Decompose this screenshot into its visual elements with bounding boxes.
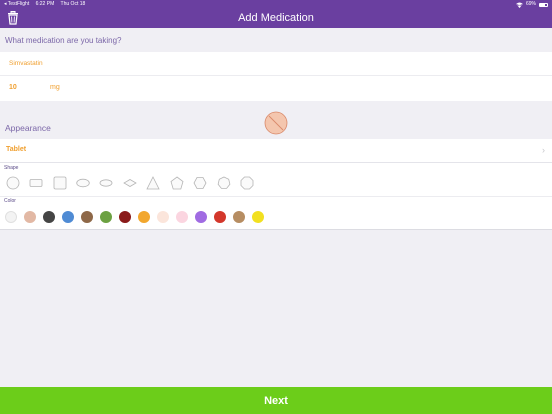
form-selector[interactable]: Tablet › <box>0 139 552 162</box>
color-swatch[interactable] <box>81 211 93 223</box>
form-value: Tablet <box>6 146 27 153</box>
chevron-right-icon: › <box>542 145 545 155</box>
shape-pentagon-icon[interactable] <box>170 176 184 190</box>
medication-question-label: What medication are you taking? <box>5 36 122 45</box>
medication-name-field[interactable]: Simvastatin <box>0 52 552 76</box>
back-to-app-link[interactable]: ◂ TestFlight <box>4 1 29 7</box>
color-swatch[interactable] <box>157 211 169 223</box>
wifi-icon <box>516 2 523 8</box>
status-date: Thu Oct 18 <box>60 1 86 7</box>
shape-diamond-icon[interactable] <box>123 176 137 190</box>
shape-label: Shape <box>4 165 19 171</box>
color-swatch[interactable] <box>100 211 112 223</box>
shape-rectangle-icon[interactable] <box>29 176 43 190</box>
status-bar: ◂ TestFlight 6:22 PM Thu Oct 18 69% <box>0 0 552 9</box>
dose-value[interactable]: 10 <box>9 84 17 91</box>
dose-unit[interactable]: mg <box>50 84 60 91</box>
color-swatch[interactable] <box>252 211 264 223</box>
shape-square-icon[interactable] <box>53 176 67 190</box>
color-label: Color <box>4 198 16 204</box>
status-time: 6:22 PM <box>35 1 55 7</box>
dose-field[interactable] <box>0 76 552 101</box>
page-title: Add Medication <box>238 12 314 24</box>
color-swatch[interactable] <box>62 211 74 223</box>
color-swatch[interactable] <box>43 211 55 223</box>
next-button[interactable]: Next <box>0 387 552 414</box>
shape-heptagon-icon[interactable] <box>217 176 231 190</box>
shape-round-icon[interactable] <box>6 176 20 190</box>
shape-oval-icon[interactable] <box>76 176 90 190</box>
color-swatch[interactable] <box>176 211 188 223</box>
color-swatch[interactable] <box>214 211 226 223</box>
shape-color-divider <box>0 196 552 197</box>
color-swatch[interactable] <box>24 211 36 223</box>
battery-icon <box>539 2 548 7</box>
shape-octagon-icon[interactable] <box>240 176 254 190</box>
shape-capsule-oval-icon[interactable] <box>99 176 113 190</box>
pill-preview-icon <box>264 111 288 135</box>
battery-percent: 69% <box>525 1 536 7</box>
color-swatch[interactable] <box>195 211 207 223</box>
header: ◂ TestFlight 6:22 PM Thu Oct 18 69% Add … <box>0 0 552 28</box>
color-swatch[interactable] <box>233 211 245 223</box>
shape-hexagon-icon[interactable] <box>193 176 207 190</box>
color-swatch[interactable] <box>5 211 17 223</box>
shape-triangle-icon[interactable] <box>146 176 160 190</box>
color-swatch[interactable] <box>119 211 131 223</box>
appearance-label: Appearance <box>5 123 51 133</box>
color-swatch[interactable] <box>138 211 150 223</box>
medication-name-value: Simvastatin <box>9 60 43 67</box>
